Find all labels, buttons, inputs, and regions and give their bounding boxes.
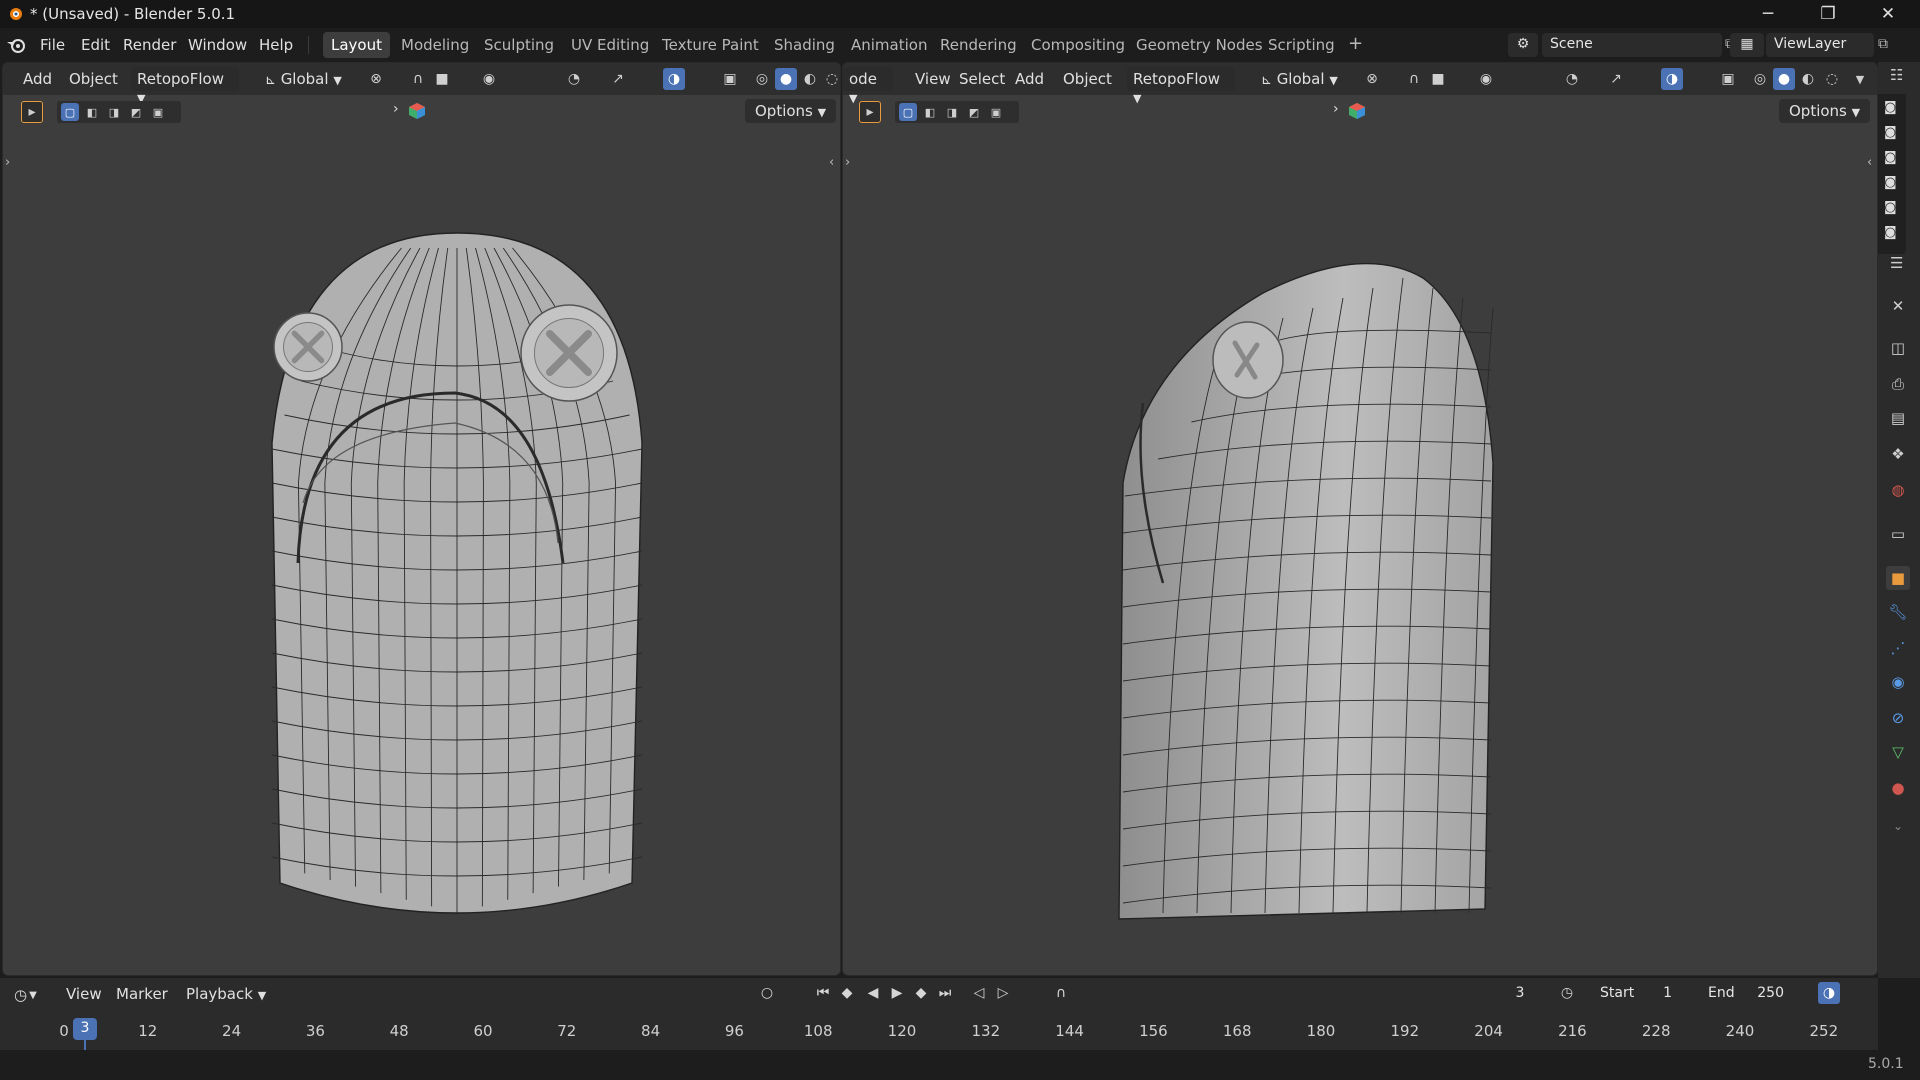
frame-tick-label: 240 — [1725, 1022, 1755, 1040]
frame-tick-label: 120 — [887, 1022, 917, 1040]
frame-tick-label: 216 — [1558, 1022, 1587, 1040]
top-bar: File Edit Render Window Help Layout Mode… — [0, 28, 1920, 61]
close-window-button[interactable]: ✕ — [1860, 0, 1916, 28]
scene-selector-icon[interactable]: ⚙ — [1508, 33, 1538, 57]
constraints-properties-icon[interactable]: ⊘ — [1886, 706, 1910, 730]
tab-layout[interactable]: Layout — [323, 32, 390, 58]
title-bar: * (Unsaved) - Blender 5.0.1 ─ ❐ ✕ — [0, 0, 1920, 28]
outliner-editor-icon[interactable]: ☷ — [1890, 66, 1903, 84]
frame-tick-label: 12 — [138, 1022, 158, 1040]
tab-uv-editing[interactable]: UV Editing — [563, 32, 657, 58]
menu-render[interactable]: Render — [117, 34, 182, 56]
frame-tick-label: 180 — [1306, 1022, 1336, 1040]
menu-divider — [308, 36, 309, 54]
frame-tick-label: 132 — [971, 1022, 1001, 1040]
view-layer-icon[interactable]: ▦ — [1730, 33, 1764, 57]
tool-properties-icon[interactable]: ✕ — [1886, 294, 1910, 318]
frame-tick-label: 252 — [1809, 1022, 1839, 1040]
frame-tick-label: 228 — [1641, 1022, 1671, 1040]
frame-tick-label: 108 — [803, 1022, 833, 1040]
frame-tick-label: 72 — [557, 1022, 577, 1040]
version-label: 5.0.1 — [1868, 1056, 1904, 1072]
frame-tick-label: 192 — [1390, 1022, 1420, 1040]
camera-icon[interactable]: ◙ — [1884, 175, 1897, 190]
blender-logo-icon — [10, 8, 22, 20]
playhead-frame-indicator[interactable]: 3 — [73, 1018, 97, 1040]
tab-scripting[interactable]: Scripting — [1260, 32, 1343, 58]
left-mesh-object[interactable] — [3, 63, 841, 976]
camera-icon[interactable]: ◙ — [1884, 125, 1897, 140]
new-view-layer-icon[interactable]: ⧉ — [1878, 36, 1888, 52]
collection-properties-icon[interactable]: ▭ — [1886, 522, 1910, 546]
properties-tab-strip: ☷ ◙ ◙ ◙ ◙ ◙ ◙ ☰ ✕ ◫ ⎙ ▤ ❖ ◍ ▭ ■ 🔧︎ ⋰ ◉ ⊘… — [1878, 62, 1920, 978]
physics-properties-icon[interactable]: ◉ — [1886, 670, 1910, 694]
frame-tick-label: 24 — [222, 1022, 242, 1040]
menu-file[interactable]: File — [34, 34, 71, 56]
output-properties-icon[interactable]: ⎙ — [1886, 372, 1910, 396]
right-mesh-object[interactable] — [843, 63, 1878, 976]
tab-texture-paint[interactable]: Texture Paint — [654, 32, 767, 58]
material-properties-icon[interactable]: ● — [1886, 776, 1910, 800]
window-title: * (Unsaved) - Blender 5.0.1 — [30, 5, 236, 23]
scene-properties-icon[interactable]: ❖ — [1886, 442, 1910, 466]
left-mesh-wire — [271, 232, 643, 914]
camera-icon[interactable]: ◙ — [1884, 150, 1897, 165]
tab-shading[interactable]: Shading — [766, 32, 843, 58]
tab-rendering[interactable]: Rendering — [932, 32, 1025, 58]
frame-tick-label: 84 — [641, 1022, 661, 1040]
playhead-line — [84, 1040, 86, 1050]
camera-icon[interactable]: ◙ — [1884, 225, 1897, 240]
tab-animation[interactable]: Animation — [843, 32, 935, 58]
frame-tick-label: 96 — [724, 1022, 744, 1040]
render-properties-icon[interactable]: ◫ — [1886, 336, 1910, 360]
camera-icon[interactable]: ◙ — [1884, 100, 1897, 115]
menu-window[interactable]: Window — [182, 34, 253, 56]
left-3d-viewport[interactable]: Add Object RetopoFlow ▼ ⊾ Global ▼ ⊗ ∩ ■… — [2, 62, 841, 976]
particles-properties-icon[interactable]: ⋰ — [1886, 636, 1910, 660]
view-layer-field[interactable]: ViewLayer — [1766, 33, 1874, 57]
tab-geometry-nodes[interactable]: Geometry Nodes — [1128, 32, 1271, 58]
more-tabs-chevron-icon[interactable]: ⌄ — [1886, 814, 1910, 838]
frame-tick-label: 204 — [1474, 1022, 1503, 1040]
menu-help[interactable]: Help — [253, 34, 299, 56]
tab-modeling[interactable]: Modeling — [393, 32, 477, 58]
data-properties-icon[interactable]: ▽ — [1886, 740, 1910, 764]
scene-name-field[interactable]: Scene — [1542, 33, 1722, 57]
scene-name: Scene — [1550, 36, 1593, 52]
restore-button[interactable]: ❐ — [1800, 0, 1856, 28]
frame-tick-label: 60 — [473, 1022, 493, 1040]
right-mesh-wire — [1118, 262, 1494, 920]
frame-tick-label: 168 — [1222, 1022, 1252, 1040]
minimize-button[interactable]: ─ — [1740, 0, 1796, 28]
object-properties-icon[interactable]: ■ — [1886, 566, 1910, 590]
properties-editor-icon[interactable]: ☰ — [1890, 254, 1903, 272]
menu-edit[interactable]: Edit — [75, 34, 116, 56]
add-workspace-button[interactable]: + — [1342, 32, 1369, 58]
view-layer-properties-icon[interactable]: ▤ — [1886, 406, 1910, 430]
frame-tick-label: 156 — [1139, 1022, 1168, 1040]
view-layer-name: ViewLayer — [1774, 36, 1847, 52]
tab-sculpting[interactable]: Sculpting — [476, 32, 562, 58]
camera-icon[interactable]: ◙ — [1884, 200, 1897, 215]
timeline-editor: ◷ ▼ View Marker Playback ▼ ○ ⏮ ◆ ◀ ▶ ◆ ⏭ … — [0, 978, 1878, 1050]
tab-compositing[interactable]: Compositing — [1023, 32, 1133, 58]
frame-tick-label: 48 — [389, 1022, 409, 1040]
right-3d-viewport[interactable]: ode ▼ View Select Add Object RetopoFlow … — [842, 62, 1878, 976]
status-bar: 5.0.1 — [0, 1050, 1920, 1080]
blender-menu-icon[interactable] — [6, 36, 28, 54]
frame-ruler[interactable]: 0 12 24 36 48 60 72 84 96 108 120 132 144 156 168 180 19… — [0, 978, 1878, 1050]
frame-tick-label: 144 — [1055, 1022, 1084, 1040]
frame-tick-label: 0 — [59, 1022, 69, 1040]
outliner-camera-column: ◙ ◙ ◙ ◙ ◙ ◙ — [1878, 94, 1906, 254]
frame-tick-label: 36 — [305, 1022, 325, 1040]
world-properties-icon[interactable]: ◍ — [1886, 478, 1910, 502]
modifier-properties-icon[interactable]: 🔧︎ — [1886, 600, 1910, 624]
